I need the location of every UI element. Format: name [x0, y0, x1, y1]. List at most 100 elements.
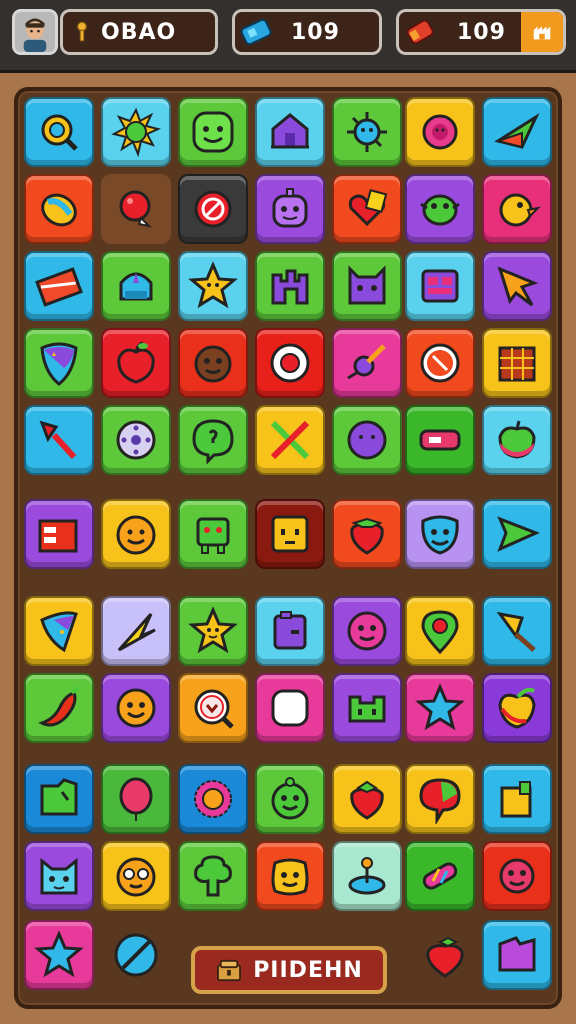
jar-icon: [273, 611, 307, 650]
tile-r5-c3[interactable]: [178, 405, 248, 475]
potion-icon: [406, 19, 434, 45]
magnifier-icon: [194, 689, 234, 729]
star-icon: [188, 261, 238, 309]
tile-r10-c4[interactable]: [255, 841, 325, 911]
tile-r4-c2[interactable]: [101, 328, 171, 398]
tile-r4-c3[interactable]: [178, 328, 248, 398]
tile-r9-c4[interactable]: [255, 764, 325, 834]
tile-r10-c7[interactable]: [482, 841, 552, 911]
tile-r6-c7[interactable]: [482, 499, 552, 569]
tile-r6-c3[interactable]: [178, 499, 248, 569]
tile-r10-c1[interactable]: [24, 841, 94, 911]
tile-r9-c7[interactable]: [482, 764, 552, 834]
tile-r4-c4[interactable]: [255, 328, 325, 398]
tile-r8-c5[interactable]: [332, 673, 402, 743]
player-avatar[interactable]: [12, 9, 58, 55]
tile-r2-c7[interactable]: [482, 174, 552, 244]
tile-r2-c4[interactable]: [255, 174, 325, 244]
tile-r4-c5[interactable]: [332, 328, 402, 398]
tile-r2-c1[interactable]: [24, 174, 94, 244]
tile-r1-c7[interactable]: [482, 97, 552, 167]
tile-r3-c5[interactable]: [332, 251, 402, 321]
no-sign-icon: [114, 933, 158, 977]
tile-r7-c2[interactable]: [101, 596, 171, 666]
tile-r5-c1[interactable]: [24, 405, 94, 475]
tile-r5-c2[interactable]: [101, 405, 171, 475]
blue-face-icon: [421, 515, 459, 555]
tile-r6-c4[interactable]: [255, 499, 325, 569]
chick-icon: [499, 193, 542, 227]
tile-r9-c2[interactable]: [101, 764, 171, 834]
tile-r5-c5[interactable]: [332, 405, 402, 475]
tile-r7-c7[interactable]: [482, 596, 552, 666]
pointer-icon: [117, 613, 156, 652]
tile-r4-c1[interactable]: [24, 328, 94, 398]
tile-r1-c3[interactable]: [178, 97, 248, 167]
tile-r7-c4[interactable]: [255, 596, 325, 666]
tile-r11-c2[interactable]: [101, 920, 171, 990]
tile-r3-c7[interactable]: [482, 251, 552, 321]
cat-face-icon: [348, 265, 386, 305]
tile-r7-c6[interactable]: [405, 596, 475, 666]
tile-r7-c1[interactable]: [24, 596, 94, 666]
tile-r3-c1[interactable]: [24, 251, 94, 321]
tile-r2-c6[interactable]: [405, 174, 475, 244]
tile-r3-c3[interactable]: [178, 251, 248, 321]
orange-face-icon: [116, 515, 156, 555]
tile-r3-c4[interactable]: [255, 251, 325, 321]
tile-r8-c4[interactable]: [255, 673, 325, 743]
balloon-icon: [119, 190, 153, 228]
avatar-portrait-icon: [15, 12, 55, 52]
tile-r1-c4[interactable]: [255, 97, 325, 167]
tile-r11-c6[interactable]: [410, 920, 480, 990]
bottom-action-button[interactable]: PIIDEHN: [191, 946, 387, 994]
tile-r11-c7[interactable]: [482, 920, 552, 990]
tile-r10-c6[interactable]: [405, 841, 475, 911]
tile-r2-c3[interactable]: [178, 174, 248, 244]
tile-r4-c6[interactable]: [405, 328, 475, 398]
tile-r6-c2[interactable]: [101, 499, 171, 569]
tile-r5-c7[interactable]: [482, 405, 552, 475]
tile-r7-c5[interactable]: [332, 596, 402, 666]
tile-r2-c2[interactable]: [101, 174, 171, 244]
green-face-icon: [271, 777, 309, 820]
tile-r1-c6[interactable]: [405, 97, 475, 167]
shield-icon: [40, 342, 78, 386]
purple-gem-icon: [498, 936, 536, 972]
tile-r1-c1[interactable]: [24, 97, 94, 167]
tile-r10-c2[interactable]: [101, 841, 171, 911]
tile-r1-c2[interactable]: [101, 97, 171, 167]
tile-r7-c3[interactable]: [178, 596, 248, 666]
tile-r3-c6[interactable]: [405, 251, 475, 321]
cat-face-icon: [40, 857, 78, 895]
shop-icon: [533, 26, 551, 40]
tile-r1-c5[interactable]: [332, 97, 402, 167]
add-button[interactable]: [521, 12, 563, 52]
tile-r5-c4[interactable]: [255, 405, 325, 475]
tile-r6-c5[interactable]: [332, 499, 402, 569]
tile-r8-c2[interactable]: [101, 673, 171, 743]
bug-icon: [347, 344, 386, 380]
tile-r10-c5[interactable]: [332, 841, 402, 911]
tile-r2-c5[interactable]: [332, 174, 402, 244]
tile-r8-c1[interactable]: [24, 673, 94, 743]
tile-r5-c6[interactable]: [405, 405, 475, 475]
cup-icon: [500, 781, 532, 818]
tile-r8-c3[interactable]: [178, 673, 248, 743]
tile-r10-c3[interactable]: [178, 841, 248, 911]
tile-r11-c1[interactable]: [24, 920, 94, 990]
tile-r9-c5[interactable]: [332, 764, 402, 834]
tile-r3-c2[interactable]: [101, 251, 171, 321]
coins-count: 109: [457, 19, 506, 45]
tile-r8-c7[interactable]: [482, 673, 552, 743]
tile-r9-c3[interactable]: [178, 764, 248, 834]
tile-r4-c7[interactable]: [482, 328, 552, 398]
sun-icon: [111, 107, 161, 157]
tile-r6-c6[interactable]: [405, 499, 475, 569]
sunflower-icon: [194, 780, 232, 818]
tile-r9-c1[interactable]: [24, 764, 94, 834]
glasses-face-icon: [116, 857, 156, 897]
tile-r9-c6[interactable]: [405, 764, 475, 834]
tile-r8-c6[interactable]: [405, 673, 475, 743]
tile-r6-c1[interactable]: [24, 499, 94, 569]
